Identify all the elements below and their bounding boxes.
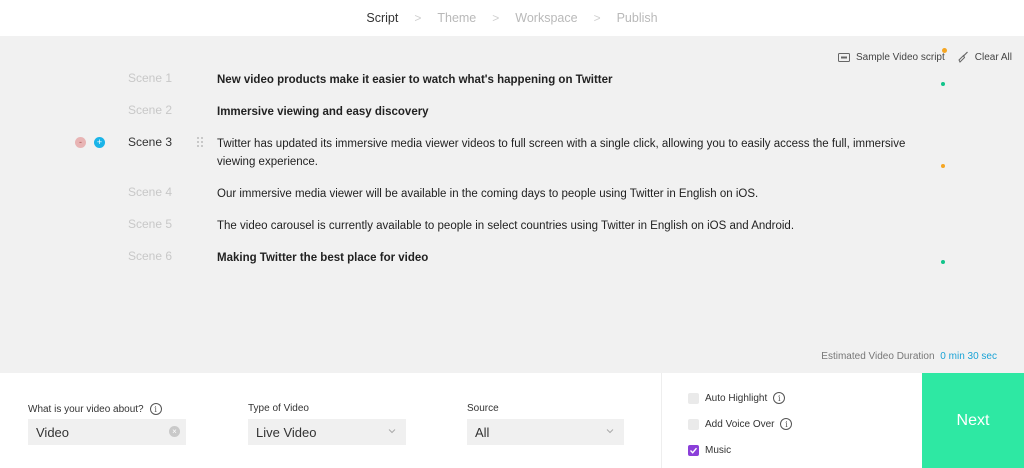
scene-text[interactable]: Immersive viewing and easy discovery [217,103,917,121]
auto-highlight-checkbox[interactable] [688,392,699,404]
add-voice-over-checkbox[interactable] [688,418,699,430]
scene-text[interactable]: New video products make it easier to wat… [217,71,917,89]
step-theme[interactable]: Theme [437,11,476,25]
step-workspace[interactable]: Workspace [515,11,577,25]
broom-icon [958,51,968,63]
clear-all-label: Clear All [974,51,1012,63]
scene-label: Scene 2 [128,103,173,117]
scene-label: Scene 4 [128,185,173,199]
add-voice-over-option[interactable]: Add Voice Over i [688,418,793,430]
chevron-right-icon: > [414,11,422,25]
auto-highlight-option[interactable]: Auto Highlight i [688,392,786,404]
scene-label: Scene 1 [128,71,173,85]
source-select[interactable]: All [467,419,624,445]
info-icon[interactable]: i [780,418,793,430]
type-of-video-value: Live Video [256,424,317,440]
duration-value: 0 min 30 sec [940,351,997,362]
auto-highlight-label: Auto Highlight [705,392,768,404]
info-icon[interactable]: i [773,392,786,404]
sample-video-script-button[interactable]: Sample Video script [838,52,945,63]
estimated-duration: Estimated Video Duration 0 min 30 sec [821,351,997,362]
step-script[interactable]: Script [366,11,398,25]
scene-label: Scene 3 [128,135,173,149]
step-publish[interactable]: Publish [617,11,658,25]
source-label-row: Source [467,403,499,414]
minus-icon: - [79,137,82,147]
next-button[interactable]: Next [922,373,1024,468]
music-option[interactable]: Music [688,445,731,456]
info-icon[interactable]: i [149,403,162,415]
script-tools: Sample Video script Clear All [838,51,1012,63]
type-of-video-select[interactable]: Live Video [248,419,406,445]
scene-text[interactable]: Our immersive media viewer will be avail… [217,185,917,203]
video-icon [838,52,850,62]
status-dot [941,260,945,264]
clear-input-icon[interactable]: × [169,426,180,437]
chevron-right-icon: > [593,11,601,25]
music-checkbox[interactable] [688,445,699,456]
scene-text[interactable]: Making Twitter the best place for video [217,249,917,267]
status-dot [941,82,945,86]
sample-video-script-label: Sample Video script [856,51,945,63]
check-icon [690,447,698,454]
duration-label: Estimated Video Duration [821,351,935,362]
type-label-row: Type of Video [248,403,309,414]
scene-text[interactable]: Twitter has updated its immersive media … [217,135,917,171]
remove-scene-button[interactable]: - [75,137,86,148]
chevron-down-icon [388,429,396,434]
source-value: All [475,424,490,440]
about-label-row: What is your video about? i [28,403,162,415]
source-label: Source [467,403,499,414]
chevron-down-icon [606,429,614,434]
plus-icon: + [96,137,103,147]
script-editor: Sample Video script Clear All Scene 1 Ne… [0,36,1024,373]
music-label: Music [705,445,732,456]
scene-label: Scene 6 [128,249,173,263]
video-about-input[interactable]: Video × [28,419,186,445]
chevron-right-icon: > [492,11,500,25]
video-settings: What is your video about? i Video × Type… [0,373,1024,468]
options-panel: Auto Highlight i Add Voice Over i Music [661,373,923,468]
add-voice-over-label: Add Voice Over [705,418,775,430]
drag-handle-icon[interactable] [196,136,204,148]
add-scene-button[interactable]: + [94,137,105,148]
stepper: Script > Theme > Workspace > Publish [0,0,1024,36]
scene-text[interactable]: The video carousel is currently availabl… [217,217,917,235]
video-about-value: Video [36,424,70,440]
scene-label: Scene 5 [128,217,173,231]
about-label: What is your video about? [28,403,144,415]
status-dot [941,164,945,168]
next-label: Next [956,411,990,429]
clear-all-button[interactable]: Clear All [957,51,1012,63]
type-of-video-label: Type of Video [248,403,309,414]
